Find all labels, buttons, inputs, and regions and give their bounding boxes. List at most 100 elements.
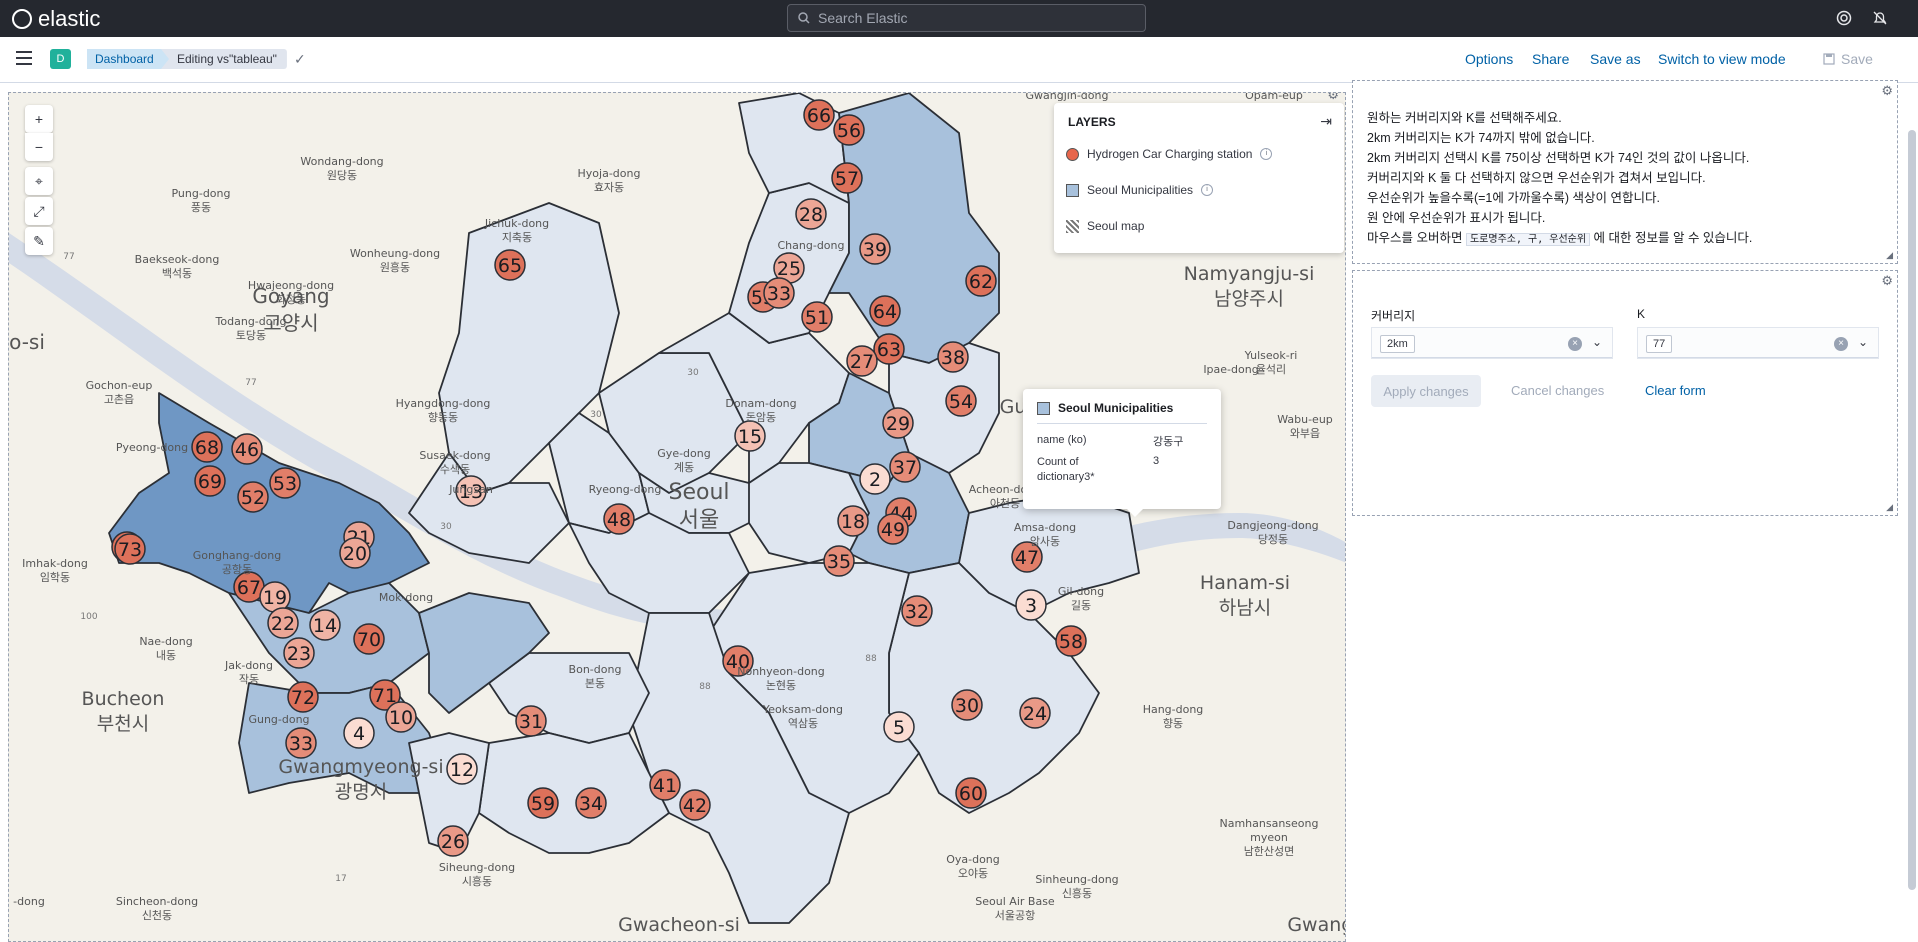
station-marker[interactable]: 57 — [831, 162, 863, 194]
station-marker[interactable]: 31 — [515, 705, 547, 737]
station-marker-label: 72 — [291, 687, 315, 709]
station-marker[interactable]: 30 — [951, 689, 983, 721]
station-marker[interactable]: 39 — [859, 233, 891, 265]
station-marker[interactable]: 4 — [343, 717, 375, 749]
station-marker[interactable]: 23 — [283, 637, 315, 669]
station-marker[interactable]: 2 — [859, 463, 891, 495]
save-button[interactable]: Save — [1813, 45, 1901, 73]
station-marker[interactable]: 10 — [385, 701, 417, 733]
station-marker[interactable]: 60 — [955, 777, 987, 809]
station-marker[interactable]: 33 — [285, 727, 317, 759]
chevron-down-icon[interactable]: ⌄ — [1858, 335, 1868, 349]
coverage-label: 커버리지 — [1371, 309, 1416, 323]
station-marker[interactable]: 52 — [237, 481, 269, 513]
station-marker[interactable]: 34 — [575, 787, 607, 819]
apply-changes-button[interactable]: Apply changes — [1371, 375, 1481, 407]
options-link[interactable]: Options — [1465, 51, 1513, 67]
elastic-logo[interactable]: elastic — [12, 6, 100, 32]
space-avatar[interactable]: D — [50, 49, 71, 69]
station-marker[interactable]: 5 — [883, 711, 915, 743]
fullscreen-icon[interactable]: ⤢ — [25, 197, 53, 225]
station-marker[interactable]: 38 — [937, 341, 969, 373]
station-marker[interactable]: 35 — [823, 545, 855, 577]
panel-options-icon[interactable]: ⚙ — [1327, 93, 1339, 103]
station-marker[interactable]: 53 — [269, 467, 301, 499]
station-marker[interactable]: 46 — [231, 433, 263, 465]
station-marker[interactable]: 27 — [846, 345, 878, 377]
chevron-down-icon[interactable]: ⌄ — [1592, 335, 1602, 349]
station-marker[interactable]: 41 — [649, 769, 681, 801]
place-label: 내동 — [156, 649, 176, 662]
clear-icon[interactable]: × — [1568, 337, 1582, 351]
station-marker[interactable]: 42 — [679, 789, 711, 821]
station-marker[interactable]: 49 — [877, 513, 909, 545]
station-marker[interactable]: 14 — [309, 609, 341, 641]
station-marker[interactable]: 51 — [801, 301, 833, 333]
info-icon[interactable]: i — [1260, 148, 1273, 160]
layer-hydrogen-stations[interactable]: Hydrogen Car Charging station i — [1066, 147, 1273, 161]
tooltip-title-text: Seoul Municipalities — [1058, 401, 1174, 415]
cancel-changes-button[interactable]: Cancel changes — [1511, 375, 1604, 407]
station-marker[interactable]: 22 — [267, 607, 299, 639]
station-marker[interactable]: 70 — [353, 623, 385, 655]
panel-options-icon[interactable]: ⚙ — [1881, 273, 1893, 289]
search-placeholder: Search Elastic — [818, 10, 908, 26]
station-marker[interactable]: 56 — [833, 114, 865, 146]
share-link[interactable]: Share — [1532, 51, 1569, 67]
station-marker[interactable]: 12 — [446, 753, 478, 785]
station-marker[interactable]: 3 — [1015, 589, 1047, 621]
station-marker[interactable]: 65 — [494, 249, 526, 281]
station-marker[interactable]: 33 — [763, 277, 795, 309]
switch-view-mode-link[interactable]: Switch to view mode — [1658, 51, 1786, 67]
station-marker[interactable]: 15 — [734, 420, 766, 452]
locate-icon[interactable]: ⌖ — [25, 167, 53, 195]
station-marker[interactable]: 28 — [795, 198, 827, 230]
station-marker[interactable]: 62 — [965, 265, 997, 297]
station-marker[interactable]: 37 — [889, 451, 921, 483]
resize-handle-icon[interactable]: ◢ — [1886, 250, 1893, 261]
station-marker[interactable]: 58 — [1055, 625, 1087, 657]
layer-seoul-map[interactable]: Seoul map — [1066, 219, 1144, 233]
search-input[interactable]: Search Elastic — [787, 4, 1146, 32]
coverage-select[interactable]: 2km × ⌄ — [1371, 327, 1613, 359]
k-select[interactable]: 77 × ⌄ — [1637, 327, 1879, 359]
station-marker-label: 59 — [531, 793, 555, 815]
notifications-icon[interactable] — [1871, 9, 1889, 27]
info-icon[interactable]: i — [1201, 184, 1214, 196]
page-scrollbar[interactable] — [1908, 130, 1916, 890]
clear-form-button[interactable]: Clear form — [1645, 375, 1706, 407]
station-marker[interactable]: 48 — [603, 503, 635, 535]
collapse-legend-icon[interactable]: ⇥ — [1320, 113, 1332, 130]
panel-options-icon[interactable]: ⚙ — [1881, 83, 1893, 99]
station-marker[interactable]: 32 — [901, 595, 933, 627]
station-marker[interactable]: 54 — [945, 385, 977, 417]
tooltip-key: Count of dictionary3* — [1037, 456, 1095, 483]
station-marker[interactable]: 66 — [803, 99, 835, 131]
station-marker[interactable]: 69 — [194, 465, 226, 497]
zoom-out-button[interactable]: − — [25, 133, 53, 161]
coverage-chip: 2km — [1380, 335, 1415, 353]
draw-tool-icon[interactable]: ✎ — [25, 227, 53, 255]
station-marker[interactable]: 24 — [1019, 697, 1051, 729]
save-as-link[interactable]: Save as — [1590, 51, 1641, 67]
station-marker[interactable]: 29 — [882, 407, 914, 439]
station-marker[interactable]: 63 — [873, 333, 905, 365]
station-marker[interactable]: 73 — [114, 533, 146, 565]
station-marker[interactable]: 72 — [287, 681, 319, 713]
resize-handle-icon[interactable]: ◢ — [1886, 502, 1893, 513]
layer-seoul-municipalities[interactable]: Seoul Municipalities i — [1066, 183, 1214, 197]
breadcrumb-dashboard[interactable]: Dashboard — [87, 49, 170, 69]
station-marker[interactable]: 20 — [339, 537, 371, 569]
zoom-in-button[interactable]: + — [25, 105, 53, 133]
check-icon[interactable]: ✓ — [294, 51, 306, 68]
station-marker[interactable]: 59 — [527, 787, 559, 819]
help-icon[interactable] — [1835, 9, 1853, 27]
station-marker[interactable]: 26 — [437, 825, 469, 857]
map-panel[interactable]: 66 56 57 28 39 25 62 5 5 3 3 51 64 63 27 38 54 29 15 37 2 4 4 4… — [8, 92, 1346, 942]
clear-icon[interactable]: × — [1834, 337, 1848, 351]
place-label: 100 — [80, 612, 97, 622]
station-marker[interactable]: 18 — [837, 505, 869, 537]
station-marker[interactable]: 64 — [869, 295, 901, 327]
menu-icon[interactable] — [16, 51, 32, 69]
station-marker[interactable]: 68 — [191, 431, 223, 463]
